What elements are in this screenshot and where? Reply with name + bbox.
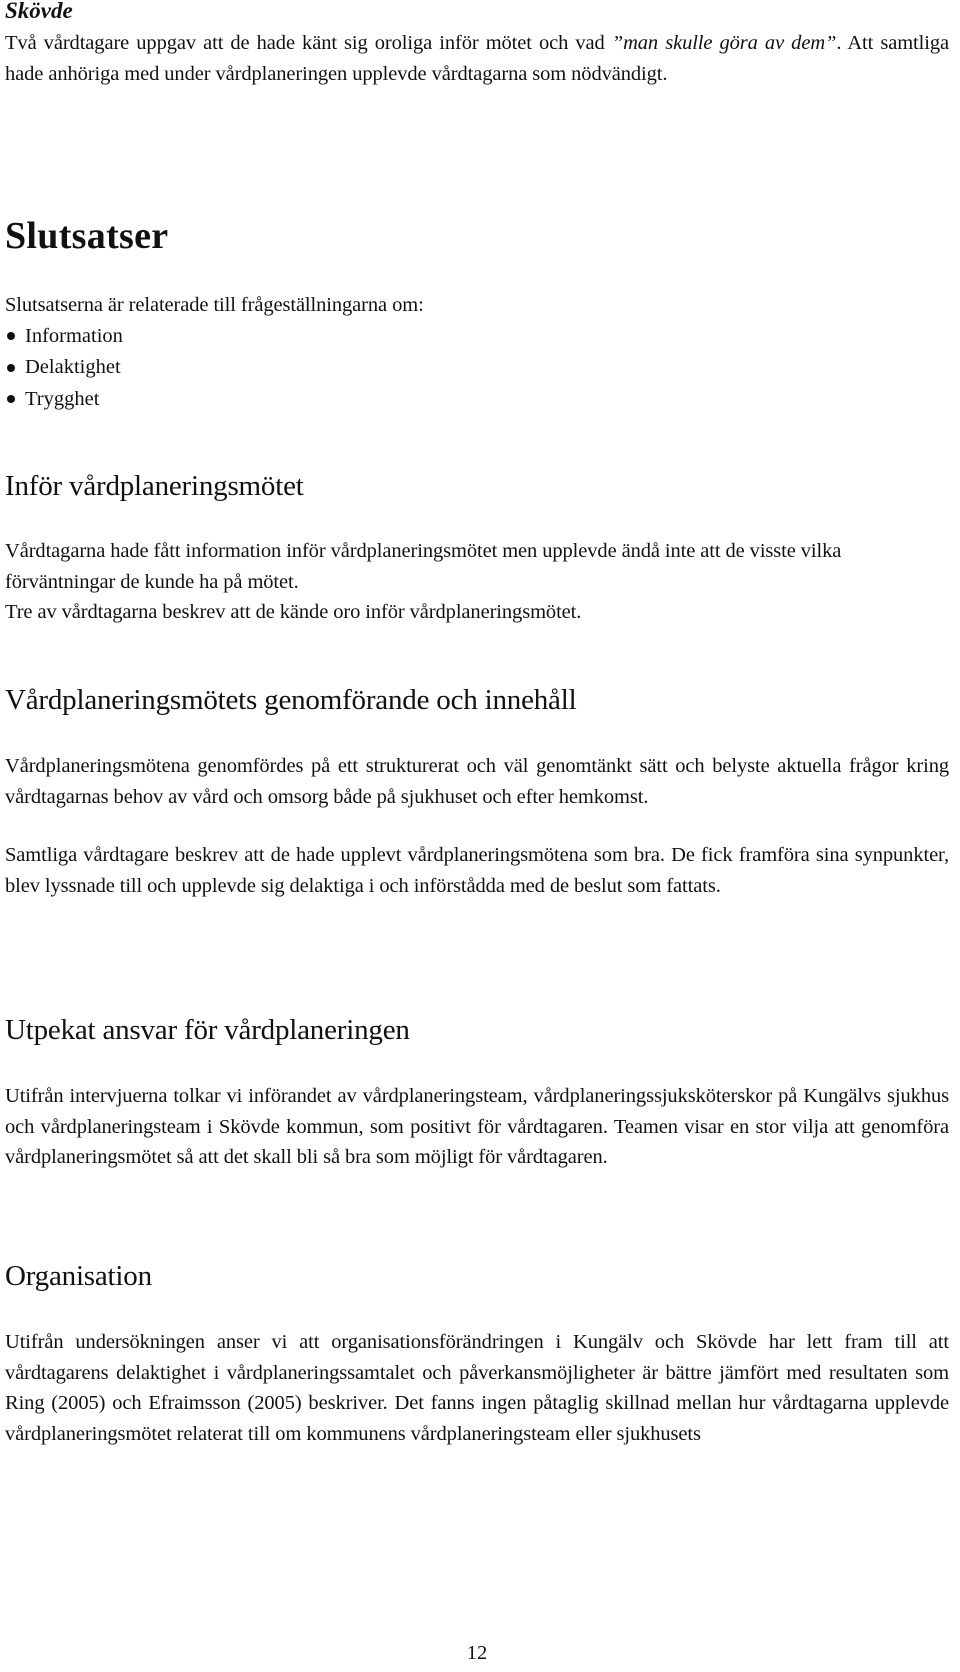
section-body: Vårdtagarna hade fått information inför … xyxy=(5,536,949,628)
paragraph: Tre av vårdtagarna beskrev att de kände … xyxy=(5,601,582,623)
section-heading: Vårdplaneringsmötets genomförande och in… xyxy=(5,684,577,716)
page-number: 12 xyxy=(466,1642,488,1664)
paragraph: Samtliga vårdtagare beskrev att de hade … xyxy=(5,844,949,897)
question-list: Information Delaktighet Trygghet xyxy=(5,321,949,416)
section-heading: Utpekat ansvar för vårdplaneringen xyxy=(5,1014,410,1046)
bullet-icon xyxy=(7,395,15,404)
paragraph: Vårdplaneringsmötena genomfördes på ett … xyxy=(5,755,949,808)
list-item: Information xyxy=(5,321,949,353)
section-body: Utifrån undersökningen anser vi att orga… xyxy=(5,1327,949,1449)
slutsatser-intro: Slutsatserna är relaterade till frågestä… xyxy=(5,294,424,316)
bullet-icon xyxy=(7,332,15,341)
section-heading: Inför vårdplaneringsmötet xyxy=(5,470,304,502)
paragraph: Vårdtagarna hade fått information inför … xyxy=(5,540,842,593)
section-body: Vårdplaneringsmötena genomfördes på ett … xyxy=(5,751,949,901)
list-item: Trygghet xyxy=(5,384,949,416)
slutsatser-intro-block: Slutsatserna är relaterade till frågestä… xyxy=(5,290,949,415)
list-item: Delaktighet xyxy=(5,352,949,384)
skovde-paragraph-block: Två vårdtagare uppgav att de hade känt s… xyxy=(5,28,949,89)
bullet-icon xyxy=(7,363,15,372)
section-body: Utifrån intervjuerna tolkar vi införande… xyxy=(5,1081,949,1173)
subheading-skovde: Skövde xyxy=(5,0,73,23)
paragraph: Utifrån undersökningen anser vi att orga… xyxy=(5,1331,949,1445)
chapter-title: Slutsatser xyxy=(5,215,169,257)
section-heading: Organisation xyxy=(5,1260,152,1292)
paragraph: Utifrån intervjuerna tolkar vi införande… xyxy=(5,1085,949,1168)
quote: ”man skulle göra av dem” xyxy=(611,32,837,54)
skovde-paragraph: Två vårdtagare uppgav att de hade känt s… xyxy=(5,32,949,85)
